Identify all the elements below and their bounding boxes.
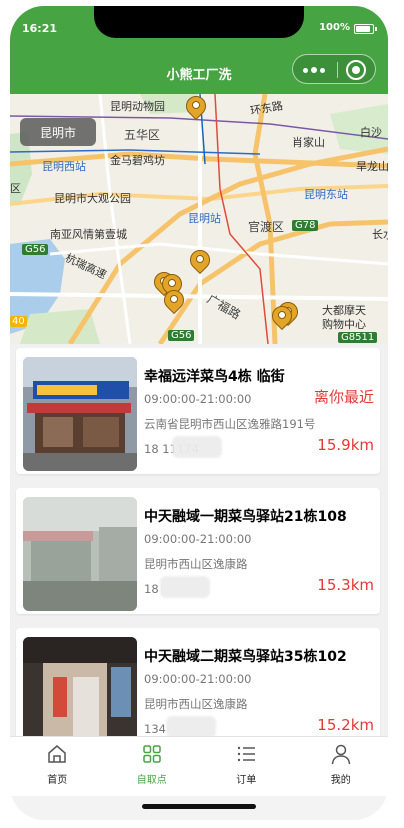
tab-home[interactable]: 首页 — [10, 737, 105, 796]
more-icon[interactable] — [303, 63, 333, 77]
tab-bar: 首页 自取点 订单 我的 — [10, 736, 388, 796]
nav-bar: 小熊工厂洗 — [10, 50, 388, 94]
map-label: 昆明站 — [188, 212, 221, 225]
phone-mask — [160, 576, 210, 598]
store-name: 中天融域一期菜鸟驿站21栋108 — [144, 509, 347, 525]
map-label: G56 — [168, 330, 195, 341]
map-label: 旱龙山 — [356, 160, 388, 173]
miniapp-capsule — [292, 54, 376, 84]
store-name: 幸福远洋菜鸟4栋 临街 — [144, 369, 285, 385]
tab-label: 首页 — [47, 775, 68, 786]
tab-label: 我的 — [330, 775, 351, 786]
store-phone[interactable]: 18 — [144, 576, 210, 598]
notch — [94, 6, 304, 38]
store-hours: 09:00:00-21:00:00 — [144, 532, 252, 546]
battery-icon — [354, 24, 377, 34]
store-address: 昆明市西山区逸康路 — [144, 557, 248, 571]
map-label: 购物中心 — [322, 318, 366, 331]
tab-profile[interactable]: 我的 — [294, 737, 389, 796]
store-address: 昆明市西山区逸康路 — [144, 697, 248, 711]
grid-icon — [143, 745, 161, 763]
map-label: 官渡区 — [248, 220, 285, 234]
phone-text: 134 — [144, 722, 166, 736]
home-indicator — [142, 804, 256, 809]
close-miniapp-icon[interactable] — [346, 60, 366, 80]
store-pin-icon[interactable] — [159, 285, 189, 316]
map-label: 金马碧鸡坊 — [110, 154, 165, 167]
battery-percent: 100% — [319, 22, 350, 33]
store-card[interactable]: 幸福远洋菜鸟4栋 临街 09:00:00-21:00:00 离你最近 云南省昆明… — [16, 348, 380, 474]
store-card[interactable]: 中天融域二期菜鸟驿站35栋102 09:00:00-21:00:00 昆明市西山… — [16, 628, 380, 736]
store-pin-icon[interactable] — [181, 94, 211, 122]
store-pin-icon[interactable] — [185, 245, 215, 276]
map-label: 40 — [10, 316, 27, 327]
phone-text: 18 — [144, 582, 159, 596]
tab-label: 订单 — [236, 775, 257, 786]
map-label: G78 — [292, 220, 319, 231]
phone-mask — [172, 436, 222, 458]
list-icon — [238, 746, 256, 762]
store-photo — [23, 497, 137, 611]
store-phone[interactable]: 134 — [144, 716, 216, 736]
store-photo — [23, 357, 137, 471]
tab-orders[interactable]: 订单 — [199, 737, 294, 796]
phone-mask — [166, 716, 216, 736]
map-label: 五华区 — [124, 128, 161, 142]
store-name: 中天融域二期菜鸟驿站35栋102 — [144, 649, 347, 665]
store-address: 云南省昆明市西山区逸雅路191号 — [144, 417, 316, 431]
map-label: 区 — [10, 182, 21, 195]
tab-pickup-points[interactable]: 自取点 — [105, 737, 200, 796]
store-distance: 15.9km — [317, 436, 374, 454]
store-distance: 15.2km — [317, 716, 374, 734]
map-label: 南亚风情第壹城 — [50, 228, 127, 241]
phone-screen: 16:21 100% 小熊工厂洗 昆明市 昆明动物园 五华区 环东路 肖家山 白… — [10, 6, 388, 820]
map-label: 昆明东站 — [304, 188, 348, 201]
capsule-divider — [337, 62, 338, 78]
store-list: 幸福远洋菜鸟4栋 临街 09:00:00-21:00:00 离你最近 云南省昆明… — [10, 344, 388, 736]
map-label: 长水 — [372, 228, 388, 241]
map-label: 肖家山 — [292, 136, 325, 149]
store-hours: 09:00:00-21:00:00 — [144, 672, 252, 686]
user-icon — [331, 744, 350, 765]
store-card[interactable]: 中天融域一期菜鸟驿站21栋108 09:00:00-21:00:00 昆明市西山… — [16, 488, 380, 614]
home-icon — [48, 745, 66, 763]
map-label: 白沙 — [360, 126, 382, 139]
map-label: G56 — [22, 244, 49, 255]
store-photo — [23, 637, 137, 736]
status-time: 16:21 — [22, 22, 58, 35]
map-label: 昆明西站 — [42, 160, 86, 173]
store-hours: 09:00:00-21:00:00 — [144, 392, 252, 406]
map-label: 昆明市大观公园 — [54, 192, 131, 205]
map-label: G8511 — [338, 332, 378, 343]
map-view[interactable]: 昆明市 昆明动物园 五华区 环东路 肖家山 白沙 昆明西站 金马碧鸡坊 旱龙山 … — [10, 94, 388, 344]
tab-label: 自取点 — [136, 775, 167, 786]
store-phone[interactable]: 18 11174 — [144, 436, 222, 458]
map-label: 昆明动物园 — [110, 100, 165, 113]
nearest-badge: 离你最近 — [313, 388, 374, 406]
store-pin-icon[interactable] — [267, 301, 297, 332]
city-selector[interactable]: 昆明市 — [20, 118, 96, 146]
store-distance: 15.3km — [317, 576, 374, 594]
